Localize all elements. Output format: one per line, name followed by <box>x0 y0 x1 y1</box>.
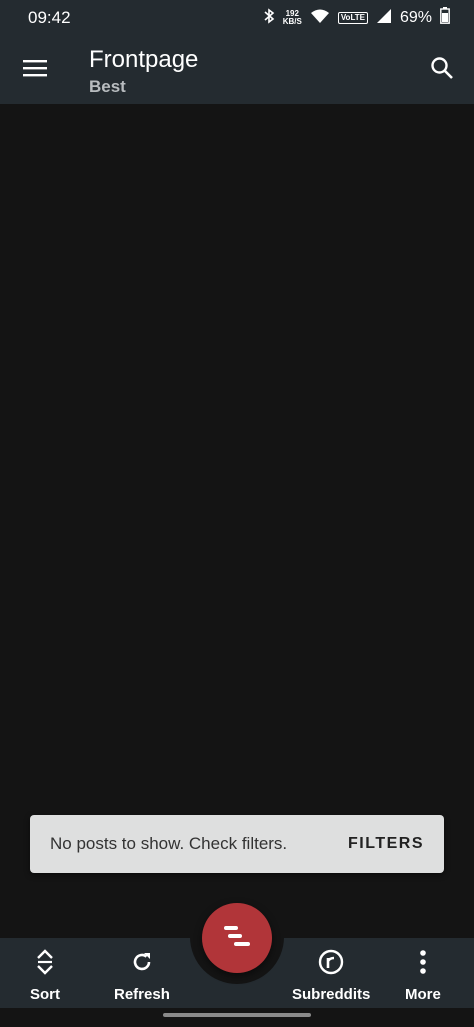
sort-icon <box>36 948 54 976</box>
fab-menu-button[interactable] <box>202 903 272 973</box>
more-button[interactable]: More <box>405 948 441 1003</box>
status-time: 09:42 <box>28 8 71 27</box>
page-title: Frontpage <box>89 46 199 73</box>
network-speed: 192 KB/S <box>283 10 302 26</box>
app-bar: Frontpage Best <box>0 36 474 104</box>
battery-percent: 69% <box>399 9 432 26</box>
status-icons: 192 KB/S VoLTE 69% <box>263 7 450 29</box>
sort-label: Sort <box>30 986 60 1003</box>
refresh-label: Refresh <box>114 986 170 1003</box>
refresh-button[interactable]: Refresh <box>114 948 170 1003</box>
subreddits-icon <box>318 948 344 976</box>
gesture-handle[interactable] <box>163 1013 311 1017</box>
battery-icon <box>440 7 450 29</box>
more-label: More <box>405 986 441 1003</box>
wifi-icon <box>310 8 330 29</box>
network-speed-unit: KB/S <box>282 17 302 26</box>
subreddits-label: Subreddits <box>292 986 371 1003</box>
post-list[interactable] <box>0 104 474 938</box>
hamburger-menu-icon <box>23 59 47 82</box>
search-icon <box>430 56 454 85</box>
status-bar: 09:42 192 KB/S VoLTE 69% <box>0 0 474 36</box>
signal-icon <box>376 8 392 29</box>
sort-button[interactable]: Sort <box>30 948 60 1003</box>
gesture-area <box>0 1008 474 1027</box>
more-vertical-icon <box>419 948 427 976</box>
app-bar-titles: Frontpage Best <box>89 46 198 98</box>
filters-button[interactable]: FILTERS <box>348 835 424 853</box>
search-button[interactable] <box>426 54 458 86</box>
bluetooth-icon <box>263 7 275 29</box>
snackbar-message: No posts to show. Check filters. <box>50 834 288 853</box>
volte-badge: VoLTE <box>337 12 368 24</box>
sort-mode-subtitle: Best <box>89 77 126 96</box>
subreddits-button[interactable]: Subreddits <box>292 948 370 1003</box>
menu-lines-icon <box>222 925 252 952</box>
refresh-icon <box>130 948 154 976</box>
navigation-menu-button[interactable] <box>18 54 52 86</box>
snackbar: No posts to show. Check filters. FILTERS <box>30 815 444 873</box>
